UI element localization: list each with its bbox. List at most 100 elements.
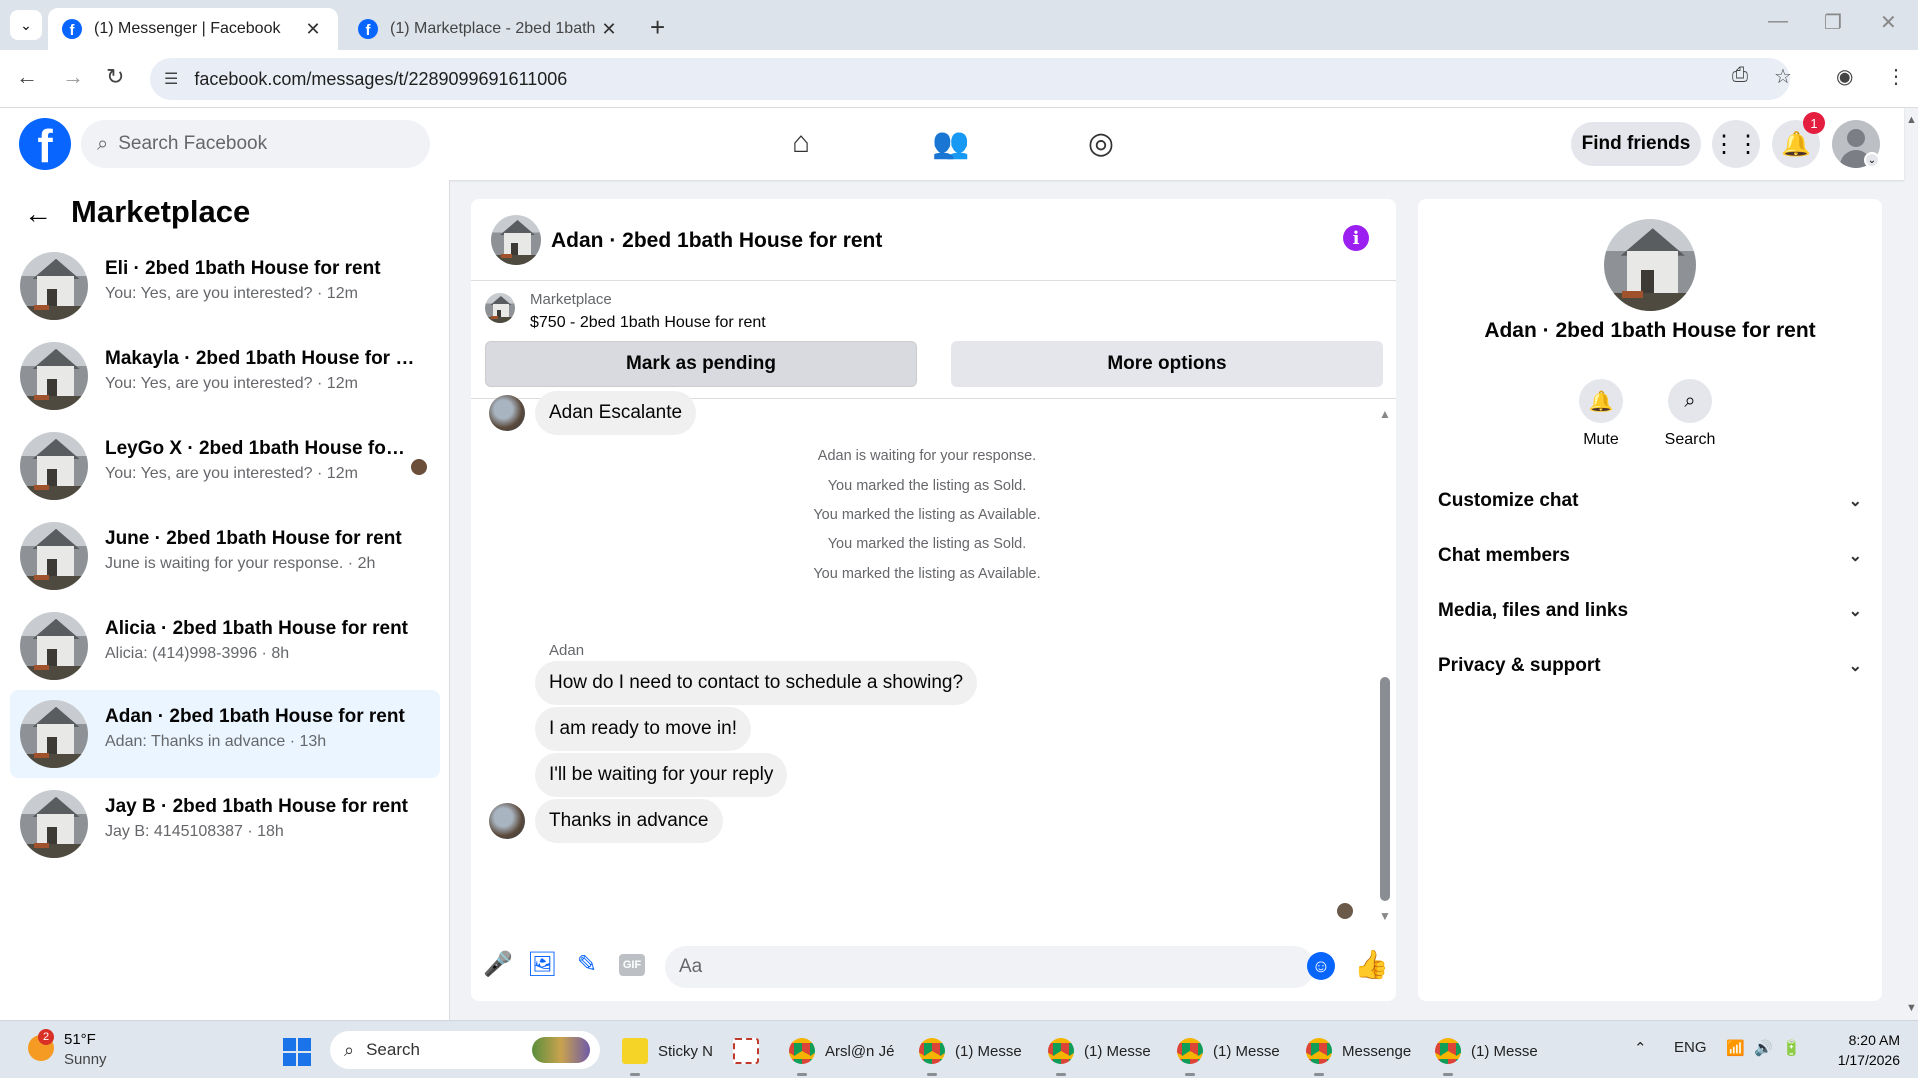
section-label: Media, files and links [1438,600,1629,621]
install-app-icon[interactable]: ⎙ [1732,64,1748,87]
restore-button[interactable]: ❐ [1824,10,1842,35]
tab-search-dropdown[interactable]: ⌄ [10,10,42,40]
taskbar-app-chrome[interactable]: Messenge [1306,1033,1411,1069]
listing-small-thumbnail[interactable] [485,293,515,323]
facebook-logo[interactable]: f [19,118,71,170]
taskbar-app-chrome[interactable]: (1) Messe [1177,1033,1280,1069]
chat-members-section[interactable]: Chat members ⌄ [1438,536,1862,576]
message-scrollbar[interactable] [1380,677,1390,901]
privacy-support-section[interactable]: Privacy & support ⌄ [1438,646,1862,686]
message-thread: Adan Escalante Adan is waiting for your … [471,391,1396,934]
groups-icon[interactable]: ◎ [1081,126,1121,161]
volume-icon[interactable]: 🔊 [1754,1039,1773,1057]
microphone-icon[interactable]: 🎤 [483,950,513,979]
show-hidden-icons-chevron-up-icon[interactable]: ⌃ [1634,1039,1647,1057]
message-bubble: Adan Escalante [535,391,697,435]
taskbar-search[interactable]: ⌕ Search [330,1031,600,1069]
sender-avatar[interactable] [489,395,525,431]
tab-title: (1) Messenger | Facebook [94,20,281,37]
battery-icon[interactable]: 🔋 [1782,1039,1801,1057]
home-icon[interactable]: ⌂ [781,126,821,160]
menu-grid-icon[interactable]: ⋮⋮ [1712,120,1760,168]
message-composer: 🎤 🖼 ✎ GIF Aa ☺ 👍 [471,934,1396,1001]
back-button[interactable]: ← [16,64,38,90]
mute-label: Mute [1583,431,1619,448]
reload-button[interactable]: ↻ [106,64,124,90]
listing-thumbnail [20,252,88,320]
conversation-name: Eli · 2bed 1bath House for rent [105,258,381,279]
profile-icon[interactable]: ◉ [1836,64,1853,89]
customize-chat-section[interactable]: Customize chat ⌄ [1438,481,1862,521]
taskbar-app-label: Arsl@n Jé [825,1042,895,1060]
new-tab-button[interactable]: + [650,12,665,43]
site-info-icon[interactable]: ☰ [164,69,178,89]
taskbar-search-label: Search [366,1040,420,1059]
chat-listing-thumbnail[interactable] [491,215,541,265]
back-arrow-icon[interactable]: ← [24,198,52,230]
tab-marketplace[interactable]: f (1) Marketplace - 2bed 1bath H ✕ [344,8,634,50]
friends-icon[interactable]: 👥 [931,126,971,161]
conversation-item[interactable]: LeyGo X · 2bed 1bath House for rent You:… [10,422,440,510]
chat-panel: Adan · 2bed 1bath House for rent i Marke… [471,199,1396,1001]
chrome-icon [1306,1038,1332,1064]
search-in-conversation-button[interactable]: ⌕ Search [1650,379,1730,449]
conversation-snippet: You: Yes, are you interested? · 12m [105,465,358,482]
search-placeholder: Search Facebook [118,133,268,154]
details-listing-thumbnail[interactable] [1604,219,1696,311]
account-chevron-down-icon[interactable]: ⌄ [1864,152,1880,168]
taskbar-app-chrome[interactable]: (1) Messe [1048,1033,1151,1069]
system-message: Adan is waiting for your response. [817,448,1037,464]
weather-description[interactable]: Sunny [64,1051,107,1068]
chat-title[interactable]: Adan · 2bed 1bath House for rent [551,229,882,253]
wifi-icon[interactable]: 📶 [1726,1039,1745,1057]
input-language[interactable]: ENG [1674,1039,1707,1056]
minimize-button[interactable]: — [1768,10,1788,33]
media-files-links-section[interactable]: Media, files and links ⌄ [1438,591,1862,631]
scroll-up-arrow[interactable]: ▲ [1379,407,1391,421]
tab-messenger[interactable]: f (1) Messenger | Facebook ✕ [48,8,338,50]
conversation-item-selected[interactable]: Adan · 2bed 1bath House for rent Adan: T… [10,690,440,778]
page-scroll-up-arrow[interactable]: ▲ [1906,114,1917,126]
conversation-item[interactable]: Alicia · 2bed 1bath House for rent Alici… [10,602,440,690]
conversation-item[interactable]: June · 2bed 1bath House for rent June is… [10,512,440,600]
taskbar-app-sticky-notes[interactable]: Sticky N [622,1033,713,1069]
thumbs-up-icon[interactable]: 👍 [1354,948,1389,981]
scroll-down-arrow[interactable]: ▼ [1379,909,1391,923]
taskbar-app-chrome[interactable]: Arsl@n Jé [789,1033,894,1069]
page-scroll-down-arrow[interactable]: ▼ [1906,1002,1917,1014]
close-tab-icon[interactable]: ✕ [598,19,620,40]
taskbar-app-chrome[interactable]: (1) Messe [919,1033,1022,1069]
sender-avatar[interactable] [489,803,525,839]
conversation-name: Makayla · 2bed 1bath House for rent [105,348,415,369]
taskbar-app-label: Sticky N [658,1042,714,1060]
photo-attach-icon[interactable]: 🖼 [527,950,557,979]
find-friends-button[interactable]: Find friends [1571,122,1701,166]
taskbar-app-chrome[interactable]: (1) Messe [1435,1033,1538,1069]
mark-as-pending-button[interactable]: Mark as pending [485,341,917,387]
system-message: You marked the listing as Available. [813,566,1041,582]
mute-button[interactable]: 🔔 Mute [1561,379,1641,449]
bookmark-star-icon[interactable]: ☆ [1774,64,1792,89]
system-clock[interactable]: 8:20 AM 1/17/2026 [1820,1030,1900,1070]
browser-menu-icon[interactable]: ⋮ [1886,64,1906,89]
weather-temperature[interactable]: 51°F [64,1031,96,1048]
conversation-item[interactable]: Eli · 2bed 1bath House for rent You: Yes… [10,242,440,330]
close-window-button[interactable]: ✕ [1880,10,1897,35]
windows-start-icon[interactable] [283,1038,311,1066]
conversation-info-icon[interactable]: i [1343,225,1369,251]
facebook-search-input[interactable]: ⌕ Search Facebook [81,120,430,168]
address-bar[interactable]: ☰ facebook.com/messages/t/22890996916110… [150,58,1790,100]
listing-source-label: Marketplace [530,291,612,308]
message-input[interactable]: Aa [665,946,1315,988]
marketplace-conversation-list: ← Marketplace Eli · 2bed 1bath House for… [0,180,450,1020]
sticker-icon[interactable]: ✎ [572,950,602,979]
conversation-item[interactable]: Makayla · 2bed 1bath House for rent You:… [10,332,440,420]
gif-icon[interactable]: GIF [619,954,645,976]
listing-price[interactable]: $750 - 2bed 1bath House for rent [530,314,766,332]
more-options-button[interactable]: More options [951,341,1383,387]
forward-button[interactable]: → [62,64,84,90]
conversation-item[interactable]: Jay B · 2bed 1bath House for rent Jay B:… [10,780,440,868]
emoji-icon[interactable]: ☺ [1307,952,1335,980]
taskbar-app-snipping-tool[interactable] [733,1033,769,1069]
close-tab-icon[interactable]: ✕ [302,19,324,40]
